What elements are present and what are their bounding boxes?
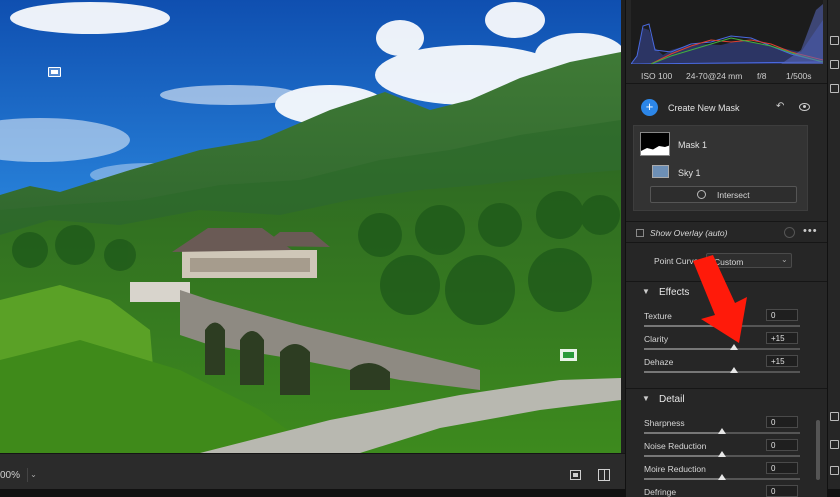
slider-row: Sharpness 0 <box>626 416 827 439</box>
zoom-chevron-down-icon[interactable]: ⌄ <box>27 468 39 482</box>
slider-value-input[interactable]: 0 <box>766 485 798 497</box>
slider-label: Defringe <box>644 487 677 497</box>
detail-title: Detail <box>659 394 685 405</box>
slider-value-input[interactable]: 0 <box>766 462 798 474</box>
exif-shutter: 1/500s <box>786 71 812 81</box>
edit-tool-icon[interactable] <box>830 36 839 45</box>
show-overlay-label[interactable]: Show Overlay (auto) <box>650 228 727 238</box>
slider-row: Noise Reduction 0 <box>626 439 827 462</box>
sky-thumbnail[interactable] <box>652 165 669 178</box>
red-arrow-annotation <box>693 255 747 343</box>
screen-mode-icon[interactable] <box>570 470 581 480</box>
zoom-tool-icon[interactable] <box>830 440 839 449</box>
grid-tool-icon[interactable] <box>830 466 839 475</box>
mask-thumbnail[interactable] <box>640 132 670 156</box>
slider-track[interactable] <box>644 474 800 480</box>
slider-label: Clarity <box>644 334 669 344</box>
overlay-color-icon[interactable] <box>784 227 795 238</box>
slider-track[interactable] <box>644 451 800 457</box>
edit-panel: ISO 100 24-70@24 mm f/8 1/500s + Create … <box>625 0 827 497</box>
zoom-level[interactable]: 00% <box>0 470 20 481</box>
slider-value-input[interactable]: +15 <box>766 332 798 344</box>
slider-value-input[interactable]: +15 <box>766 355 798 367</box>
exif-lens: 24-70@24 mm <box>686 71 743 81</box>
tool-strip <box>827 0 840 489</box>
slider-thumb[interactable] <box>718 451 726 457</box>
slider-label: Moire Reduction <box>644 464 706 474</box>
slider-fill <box>644 371 734 373</box>
slider-track[interactable] <box>644 367 800 373</box>
hand-tool-icon[interactable] <box>830 412 839 421</box>
exif-aperture: f/8 <box>757 71 767 81</box>
slider-label: Noise Reduction <box>644 441 707 451</box>
mask-item-label[interactable]: Mask 1 <box>678 140 707 150</box>
chevron-down-icon: ⌄ <box>781 255 788 264</box>
histogram <box>631 0 823 64</box>
mask-section: + Create New Mask ↶ Mask 1 Sky 1 Interse… <box>626 92 827 218</box>
intersect-icon <box>697 190 706 199</box>
slider-row: Defringe 0 <box>626 485 827 497</box>
slider-row: Dehaze +15 <box>626 355 827 378</box>
intersect-button[interactable]: Intersect <box>650 186 797 203</box>
mask-pin-icon[interactable] <box>48 67 61 77</box>
overlay-row: Show Overlay (auto) ••• <box>626 221 827 243</box>
slider-thumb[interactable] <box>718 428 726 434</box>
slider-fill <box>644 348 734 350</box>
photo-canvas[interactable] <box>0 0 621 453</box>
before-after-icon[interactable] <box>598 469 610 481</box>
chevron-down-icon: ▼ <box>642 287 650 296</box>
slider-label: Sharpness <box>644 418 685 428</box>
more-options-icon[interactable]: ••• <box>803 225 818 237</box>
slider-fill <box>644 432 722 434</box>
heal-tool-icon[interactable] <box>830 84 839 93</box>
detail-section-header[interactable]: ▼ Detail <box>626 388 827 408</box>
slider-thumb[interactable] <box>729 367 738 373</box>
slider-fill <box>644 455 722 457</box>
slider-value-input[interactable]: 0 <box>766 439 798 451</box>
slider-fill <box>644 478 722 480</box>
slider-track[interactable] <box>644 428 800 434</box>
eye-icon[interactable] <box>799 103 810 111</box>
chevron-down-icon: ▼ <box>642 394 650 403</box>
slider-row: Moire Reduction 0 <box>626 462 827 485</box>
mask-list: Mask 1 Sky 1 Intersect <box>633 125 808 211</box>
intersect-label: Intersect <box>717 190 750 200</box>
create-mask-label[interactable]: Create New Mask <box>668 103 740 113</box>
slider-track[interactable] <box>644 344 800 350</box>
slider-value-input[interactable]: 0 <box>766 416 798 428</box>
sky-item-label[interactable]: Sky 1 <box>678 168 701 178</box>
photo-image <box>0 0 621 453</box>
reset-icon[interactable]: ↶ <box>776 102 787 112</box>
show-overlay-checkbox[interactable] <box>636 229 644 237</box>
slider-thumb[interactable] <box>718 474 726 480</box>
slider-label: Texture <box>644 311 672 321</box>
slider-value-input[interactable]: 0 <box>766 309 798 321</box>
exif-iso: ISO 100 <box>641 71 673 81</box>
crop-tool-icon[interactable] <box>830 60 839 69</box>
add-mask-button[interactable]: + <box>641 99 658 116</box>
exif-info: ISO 100 24-70@24 mm f/8 1/500s <box>626 68 827 84</box>
panel-scrollbar[interactable] <box>816 420 820 480</box>
slider-label: Dehaze <box>644 357 674 367</box>
